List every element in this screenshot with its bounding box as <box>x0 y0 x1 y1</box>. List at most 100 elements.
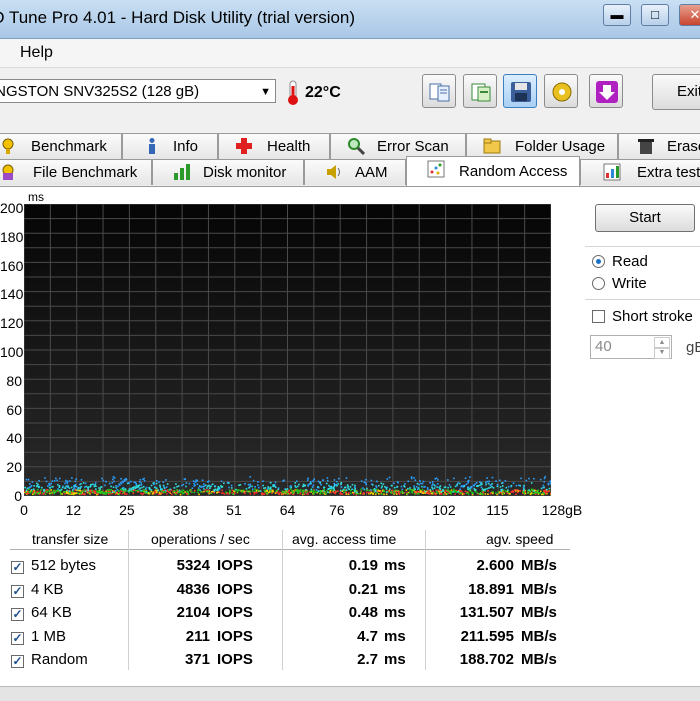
data-point <box>40 489 42 491</box>
row-checkbox[interactable]: ✓ <box>11 632 24 645</box>
data-point <box>194 490 196 492</box>
data-point <box>346 493 348 495</box>
data-point <box>66 490 68 492</box>
data-point <box>488 481 490 483</box>
menu-help[interactable]: Help <box>20 44 53 62</box>
tab-health[interactable]: Health <box>218 133 330 159</box>
data-point <box>300 489 302 491</box>
start-button[interactable]: Start <box>595 204 695 232</box>
data-point <box>257 481 259 483</box>
speed-unit-cell: MB/s <box>521 557 557 574</box>
y-tick-label: 120 <box>0 315 22 331</box>
data-point <box>548 490 550 492</box>
data-point <box>31 490 33 492</box>
short-stroke-checkbox[interactable] <box>592 310 605 323</box>
write-radio[interactable] <box>592 277 605 290</box>
data-point <box>307 478 309 480</box>
data-point <box>246 488 248 490</box>
row-checkbox[interactable]: ✓ <box>11 561 24 574</box>
data-point <box>117 486 119 488</box>
data-point <box>325 493 327 495</box>
data-point <box>234 492 236 494</box>
data-point <box>318 481 320 483</box>
short-stroke-stepper[interactable]: 40 ▲ ▼ <box>590 335 672 359</box>
data-point <box>475 491 477 493</box>
tab-extra-tests[interactable]: Extra tests <box>580 159 700 185</box>
data-point <box>69 487 71 489</box>
data-point <box>144 480 146 482</box>
minimize-button[interactable]: ▬ <box>603 4 631 26</box>
data-point <box>188 493 190 495</box>
row-checkbox[interactable]: ✓ <box>11 655 24 668</box>
options-button[interactable] <box>544 74 578 108</box>
read-radio[interactable] <box>592 255 605 268</box>
data-point <box>528 489 530 491</box>
data-point <box>84 494 86 496</box>
data-point <box>361 480 363 482</box>
data-point <box>127 483 129 485</box>
data-point <box>368 490 370 492</box>
drive-select[interactable]: KINGSTON SNV325S2 (128 gB) ▼ <box>0 79 276 103</box>
data-point <box>330 486 332 488</box>
x-tick-label: 0 <box>4 502 44 518</box>
data-point <box>437 492 439 494</box>
write-label[interactable]: Write <box>612 275 647 292</box>
maximize-button[interactable]: □ <box>641 4 669 26</box>
data-point <box>331 489 333 491</box>
data-point <box>278 493 280 495</box>
data-point <box>217 489 219 491</box>
data-point <box>275 482 277 484</box>
data-point <box>198 494 200 496</box>
data-point <box>307 485 309 487</box>
save-button[interactable] <box>503 74 537 108</box>
data-point <box>334 484 336 486</box>
tab-erase[interactable]: Erase <box>618 133 700 159</box>
data-point <box>501 482 503 484</box>
data-point <box>173 491 175 493</box>
data-point <box>202 479 204 481</box>
short-stroke-label[interactable]: Short stroke <box>612 308 693 325</box>
data-point <box>297 486 299 488</box>
data-point <box>115 487 117 489</box>
header-divider <box>10 549 570 550</box>
data-point <box>38 480 40 482</box>
data-point <box>539 492 541 494</box>
data-point <box>360 489 362 491</box>
data-point <box>87 490 89 492</box>
data-point <box>53 490 55 492</box>
tab-info[interactable]: Info <box>122 133 218 159</box>
data-point <box>139 487 141 489</box>
data-point <box>442 490 444 492</box>
data-point <box>135 482 137 484</box>
copy-screenshot-button[interactable] <box>463 74 497 108</box>
copy-info-button[interactable] <box>422 74 456 108</box>
read-label[interactable]: Read <box>612 253 648 270</box>
tab-random-access[interactable]: Random Access <box>406 156 580 186</box>
stepper-down-icon[interactable]: ▼ <box>654 347 670 359</box>
data-point <box>447 487 449 489</box>
data-point <box>208 485 210 487</box>
speed-value-cell: 131.507 <box>430 604 514 621</box>
tab-aam[interactable]: AAM <box>304 159 406 185</box>
data-point <box>71 487 73 489</box>
data-point <box>450 486 452 488</box>
close-button[interactable]: ✕ <box>679 4 700 26</box>
data-point <box>252 488 254 490</box>
data-point <box>67 485 69 487</box>
data-point <box>117 489 119 491</box>
data-point <box>55 478 57 480</box>
tab-disk-monitor[interactable]: Disk monitor <box>152 159 304 185</box>
exit-button[interactable]: Exit <box>652 74 700 110</box>
data-point <box>343 489 345 491</box>
data-point <box>215 489 217 491</box>
tab-benchmark[interactable]: Benchmark <box>0 133 122 159</box>
row-checkbox[interactable]: ✓ <box>11 608 24 621</box>
download-button[interactable] <box>589 74 623 108</box>
data-point <box>228 482 230 484</box>
data-point <box>134 488 136 490</box>
data-point <box>365 484 367 486</box>
x-tick-label: 51 <box>214 502 254 518</box>
row-checkbox[interactable]: ✓ <box>11 585 24 598</box>
tab-file-benchmark[interactable]: File Benchmark <box>0 159 152 185</box>
data-point <box>122 492 124 494</box>
